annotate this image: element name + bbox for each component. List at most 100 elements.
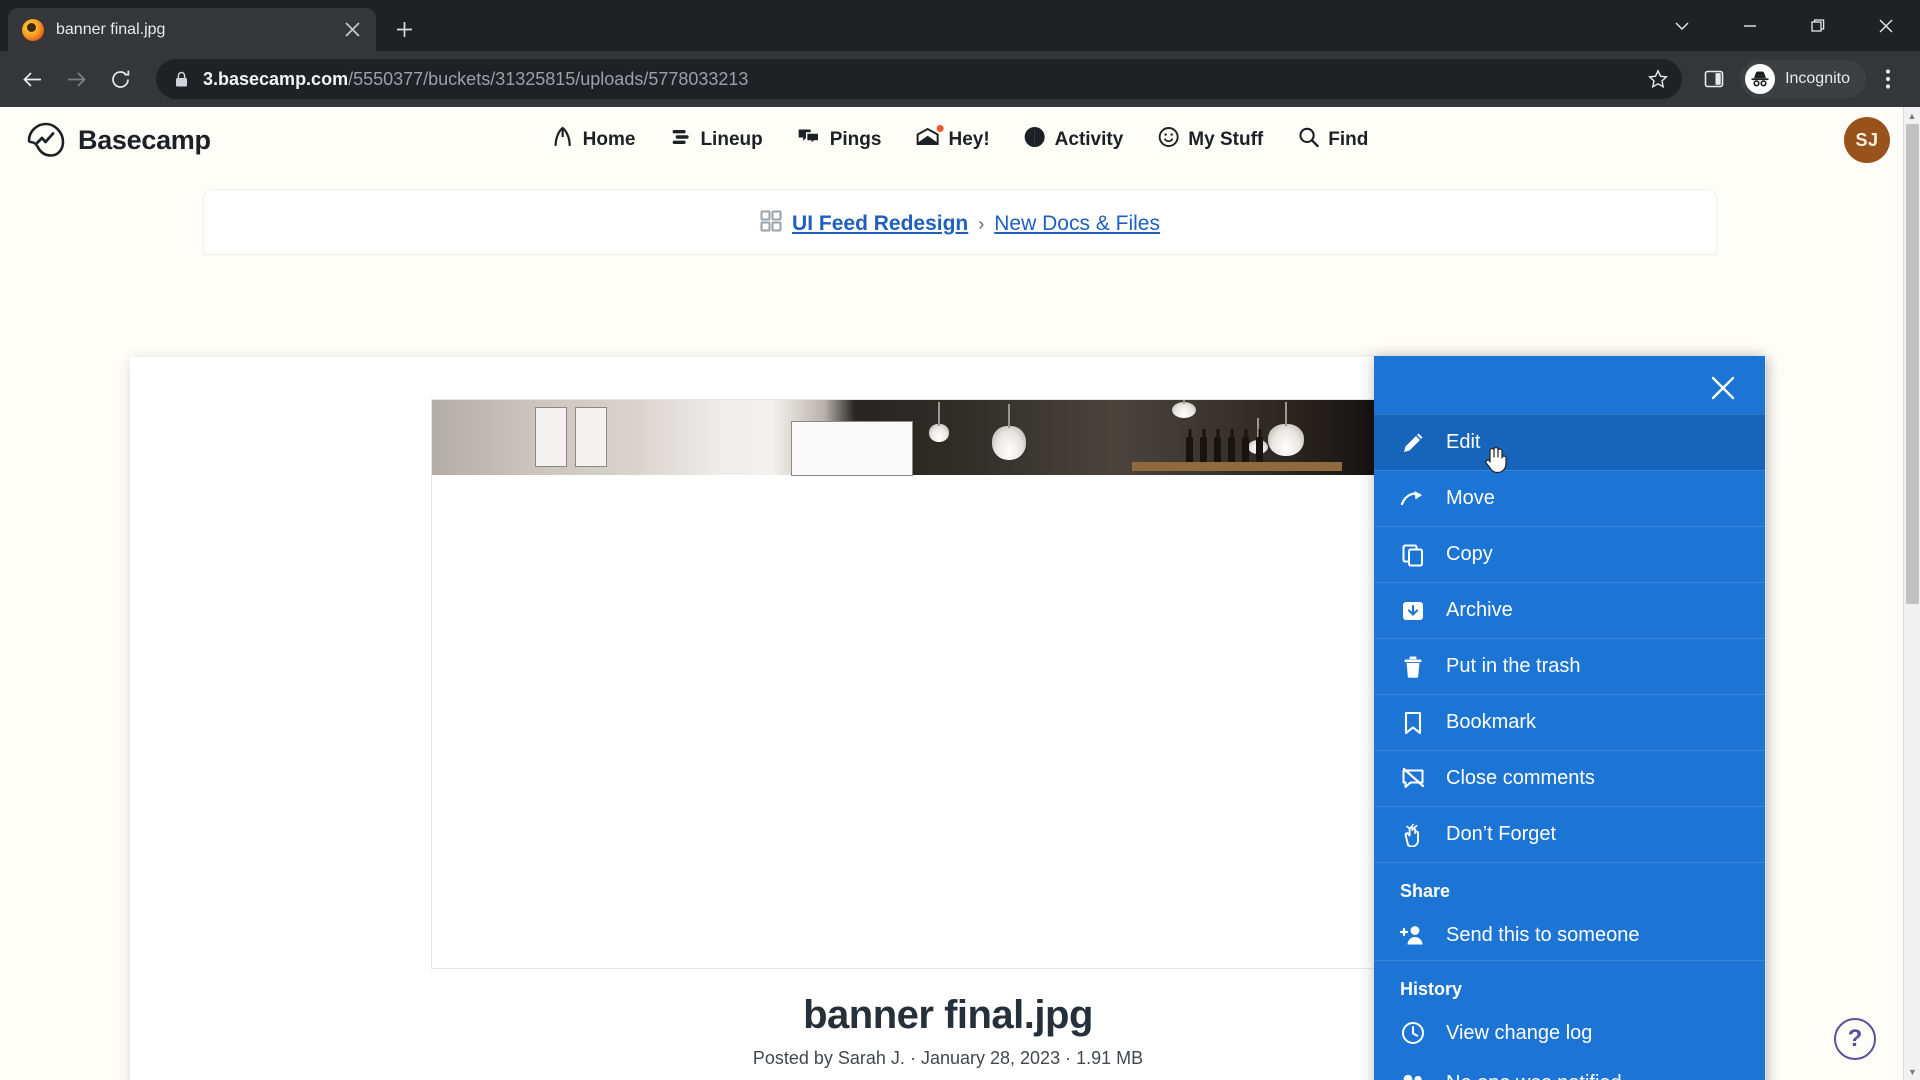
menu-item-view-change-log[interactable]: View change log [1374, 1008, 1765, 1058]
basecamp-navbar: Basecamp Home Lineup Pings Hey! Activity… [0, 107, 1920, 173]
address-bar-text: 3.basecamp.com/5550377/buckets/31325815/… [203, 69, 748, 90]
people-icon [1400, 1073, 1426, 1080]
menu-item-label: Copy [1446, 543, 1493, 565]
menu-item-label: Send this to someone [1446, 923, 1640, 946]
lock-icon [174, 71, 189, 88]
menu-item-copy[interactable]: Copy [1374, 526, 1765, 582]
file-author: Posted by Sarah J. [752, 1048, 905, 1068]
star-icon[interactable] [1648, 69, 1672, 89]
nav-item-label: Find [1328, 129, 1369, 150]
browser-tab[interactable]: banner final.jpg [8, 8, 376, 51]
address-bar[interactable]: 3.basecamp.com/5550377/buckets/31325815/… [156, 59, 1683, 99]
url-path: /5550377/buckets/31325815/uploads/577803… [348, 68, 749, 89]
smiley-icon [1157, 126, 1179, 154]
meta-separator: · [909, 1048, 916, 1068]
close-icon[interactable] [1703, 368, 1743, 408]
file-preview-frame [431, 399, 1465, 969]
dropdown-header [1374, 356, 1765, 414]
close-icon[interactable] [338, 16, 366, 44]
content-card: UI Feed Redesign › New Docs & Files [204, 190, 1716, 254]
nav-item-label: Hey! [948, 129, 990, 150]
nav-item-my-stuff[interactable]: My Stuff [1157, 126, 1263, 154]
move-arrow-icon [1400, 489, 1426, 509]
help-button[interactable]: ? [1834, 1018, 1876, 1060]
scrollbar-thumb[interactable] [1906, 124, 1919, 604]
incognito-label: Incognito [1785, 70, 1850, 87]
nav-item-label: Pings [829, 129, 882, 150]
nav-item-find[interactable]: Find [1297, 126, 1368, 154]
search-icon [1297, 126, 1319, 154]
menu-item-no-one-notified[interactable]: No one was notified [1374, 1058, 1765, 1080]
breadcrumb-project-link[interactable]: UI Feed Redesign [792, 212, 968, 236]
home-icon [552, 126, 574, 154]
menu-item-label: View change log [1446, 1021, 1593, 1044]
back-arrow-icon[interactable] [10, 57, 54, 101]
three-dot-menu-icon[interactable] [1866, 57, 1910, 101]
bookmark-icon [1400, 711, 1426, 735]
menu-item-archive[interactable]: Archive [1374, 582, 1765, 638]
dropdown-section-history: History [1374, 960, 1765, 1008]
basecamp-logo[interactable]: Basecamp [26, 121, 211, 159]
menu-item-close-comments[interactable]: Close comments [1374, 750, 1765, 806]
avatar[interactable]: SJ [1844, 117, 1890, 163]
tab-title: banner final.jpg [56, 20, 166, 38]
file-actions-dropdown: Edit Move Copy Archive Put in the trash … [1374, 356, 1765, 1080]
grid-icon [760, 210, 782, 238]
menu-item-label: Move [1446, 487, 1495, 509]
scroll-down-arrow-icon[interactable]: ▼ [1904, 1063, 1920, 1080]
tab-strip: banner final.jpg [0, 0, 1920, 51]
hand-string-icon [1400, 823, 1426, 847]
browser-toolbar: 3.basecamp.com/5550377/buckets/31325815/… [0, 51, 1920, 107]
page-scrollbar[interactable]: ▲ ▼ [1903, 107, 1920, 1080]
window-controls [1648, 0, 1920, 51]
menu-item-label: Edit [1446, 431, 1481, 453]
menu-item-dont-forget[interactable]: Don’t Forget [1374, 806, 1765, 862]
lineup-icon [669, 126, 691, 154]
nav-item-label: Lineup [700, 129, 763, 150]
person-add-icon [1400, 924, 1426, 946]
nav-item-label: My Stuff [1188, 129, 1264, 150]
page-viewport: Basecamp Home Lineup Pings Hey! Activity… [0, 107, 1920, 1080]
url-host: 3.basecamp.com [203, 68, 349, 89]
scroll-up-arrow-icon[interactable]: ▲ [1904, 107, 1920, 124]
breadcrumb-separator: › [978, 213, 985, 234]
side-panel-icon[interactable] [1692, 57, 1736, 101]
close-icon[interactable] [1852, 0, 1920, 51]
nav-item-label: Activity [1054, 129, 1124, 150]
breadcrumb: UI Feed Redesign › New Docs & Files [204, 190, 1716, 254]
file-size: 1.91 MB [1076, 1048, 1144, 1068]
nav-item-lineup[interactable]: Lineup [669, 126, 763, 154]
nav-item-hey[interactable]: Hey! [915, 123, 990, 154]
chevron-down-icon[interactable] [1648, 0, 1716, 51]
maximize-icon[interactable] [1784, 0, 1852, 51]
nav-item-activity[interactable]: Activity [1024, 126, 1124, 154]
new-tab-button[interactable] [386, 11, 422, 47]
basecamp-logo-icon [27, 122, 65, 157]
minimize-icon[interactable] [1716, 0, 1784, 51]
breadcrumb-section-link[interactable]: New Docs & Files [994, 212, 1160, 236]
menu-item-bookmark[interactable]: Bookmark [1374, 694, 1765, 750]
meta-separator: · [1065, 1048, 1072, 1068]
basecamp-brand-name: Basecamp [78, 124, 211, 155]
nav-item-home[interactable]: Home [552, 126, 636, 154]
menu-item-move[interactable]: Move [1374, 470, 1765, 526]
trash-icon [1400, 655, 1426, 679]
activity-icon [1024, 126, 1046, 154]
basecamp-favicon [22, 18, 44, 41]
file-date: January 28, 2023 [920, 1048, 1061, 1068]
clock-icon [1400, 1021, 1426, 1045]
forward-arrow-icon[interactable] [54, 57, 98, 101]
menu-item-trash[interactable]: Put in the trash [1374, 638, 1765, 694]
nav-item-pings[interactable]: Pings [797, 126, 882, 154]
reload-icon[interactable] [98, 57, 142, 101]
nav-item-label: Home [582, 129, 636, 150]
banner-image[interactable] [432, 400, 1464, 475]
incognito-profile-button[interactable]: Incognito [1740, 60, 1866, 98]
menu-item-label: No one was notified [1446, 1072, 1622, 1080]
basecamp-nav-items: Home Lineup Pings Hey! Activity My Stuff… [552, 123, 1368, 154]
menu-item-label: Bookmark [1446, 711, 1537, 733]
menu-item-edit[interactable]: Edit [1374, 414, 1765, 470]
pings-icon [797, 126, 821, 154]
browser-window: banner final.jpg 3.basecamp.com/5550377/… [0, 0, 1920, 1080]
menu-item-send-to-someone[interactable]: Send this to someone [1374, 910, 1765, 960]
